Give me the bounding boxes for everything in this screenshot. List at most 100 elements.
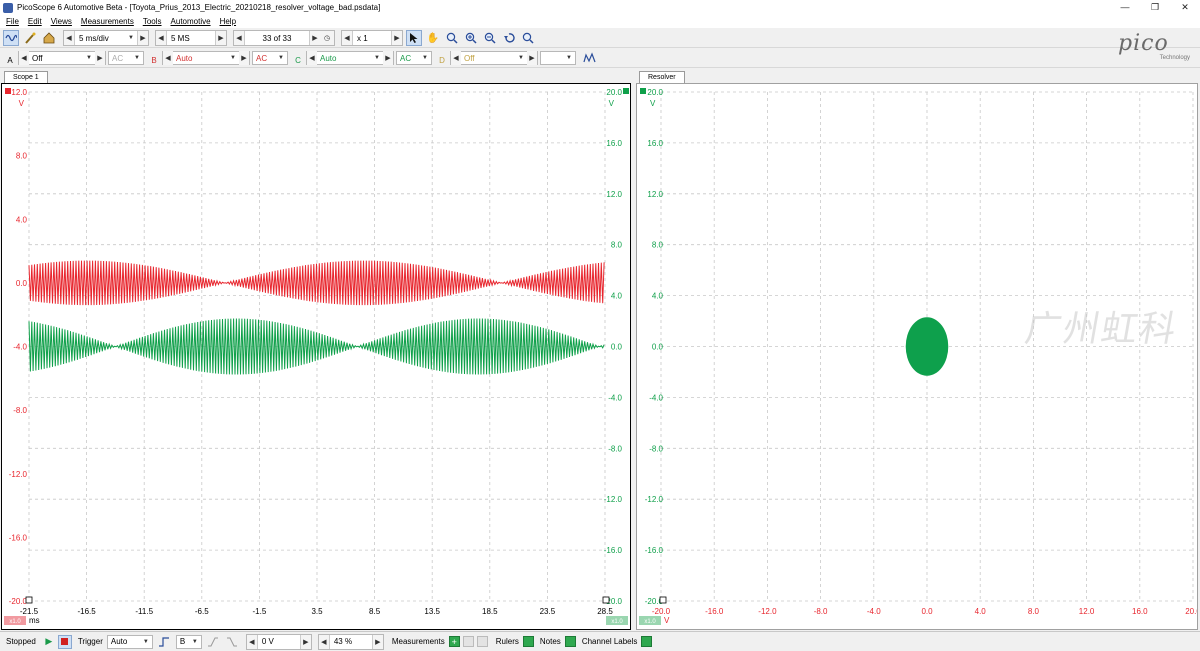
zoom-fit-icon[interactable] bbox=[520, 30, 536, 46]
channel-a-coupling[interactable]: AC ▼ bbox=[108, 51, 144, 65]
samples-select[interactable]: 5 MS bbox=[166, 31, 216, 45]
chevron-down-icon: ▼ bbox=[191, 638, 198, 645]
x-tick-label: -16.0 bbox=[705, 607, 724, 616]
edit-measurement-icon[interactable] bbox=[462, 636, 474, 647]
channel-d-coupling[interactable]: ▼ bbox=[540, 51, 576, 65]
trigger-mode-select[interactable]: Auto ▼ bbox=[106, 634, 153, 649]
pretrigger-control: ◀ 43 % ▶ bbox=[317, 633, 384, 650]
channel-b-next-button[interactable]: ▶ bbox=[239, 51, 249, 65]
trigger-edge-icon[interactable] bbox=[156, 634, 172, 650]
x-tick-label: 0.0 bbox=[921, 607, 933, 616]
channel-d-label[interactable]: D bbox=[436, 51, 448, 65]
tab-resolver[interactable]: Resolver bbox=[639, 71, 685, 83]
channel-b-label[interactable]: B bbox=[148, 51, 160, 65]
channel-d-range-value: Off bbox=[464, 53, 475, 63]
channel-labels-icon[interactable] bbox=[641, 636, 653, 647]
buffer-next-button[interactable]: ▶ bbox=[310, 31, 320, 45]
start-icon[interactable]: ▶ bbox=[42, 635, 56, 649]
buffer-overview-icon[interactable]: ◷ bbox=[320, 31, 334, 45]
buffer-position[interactable]: 33 of 33 bbox=[244, 31, 310, 45]
channel-a-label[interactable]: A bbox=[4, 51, 16, 65]
hand-icon[interactable]: ✋ bbox=[425, 30, 441, 46]
close-button[interactable]: ✕ bbox=[1170, 0, 1200, 15]
trigger-channel-value: B bbox=[179, 637, 186, 646]
pretrigger-field[interactable]: 43 % bbox=[328, 634, 373, 649]
trigger-channel-select[interactable]: B ▼ bbox=[175, 634, 202, 649]
timebase-select[interactable]: 5 ms/div ▼ bbox=[74, 31, 138, 45]
channel-c-label[interactable]: C bbox=[292, 51, 304, 65]
rising-edge-icon[interactable] bbox=[205, 634, 221, 650]
right-tick-label: -12.0 bbox=[604, 495, 623, 504]
channel-b-coupling[interactable]: AC ▼ bbox=[252, 51, 288, 65]
falling-edge-icon[interactable] bbox=[224, 634, 240, 650]
samples-increase-button[interactable]: ▶ bbox=[216, 31, 226, 45]
home-icon[interactable] bbox=[41, 30, 57, 46]
x-tick-label: 4.0 bbox=[975, 607, 987, 616]
x-tick-label: 16.0 bbox=[1132, 607, 1148, 616]
channel-a-coupling-value: AC bbox=[112, 53, 124, 63]
samples-decrease-button[interactable]: ◀ bbox=[156, 31, 166, 45]
rulers-icon[interactable] bbox=[522, 636, 534, 647]
buffer-prev-button[interactable]: ◀ bbox=[234, 31, 244, 45]
add-measurement-icon[interactable]: + bbox=[448, 636, 460, 647]
channel-c-next-button[interactable]: ▶ bbox=[383, 51, 393, 65]
zoom-in-icon[interactable] bbox=[444, 30, 460, 46]
menu-measurements[interactable]: Measurements bbox=[81, 17, 134, 26]
pretrigger-increase-button[interactable]: ▶ bbox=[372, 634, 383, 649]
undo-zoom-icon[interactable] bbox=[501, 30, 517, 46]
channel-c-range[interactable]: ◀ Auto ▼ ▶ bbox=[306, 51, 394, 65]
maximize-button[interactable]: ❐ bbox=[1140, 0, 1170, 15]
zoom-increase-button[interactable]: ▶ bbox=[392, 31, 402, 45]
channel-d-next-button[interactable]: ▶ bbox=[527, 51, 537, 65]
x-tick-label: -16.5 bbox=[77, 607, 96, 616]
math-channel-icon[interactable] bbox=[582, 50, 598, 66]
zoom-area-icon[interactable] bbox=[463, 30, 479, 46]
channel-toolbar: A ◀ Off ▼ ▶ AC ▼ B ◀ Auto ▼ ▶ AC ▼ C ◀ Auto ▼ ▶ AC ▼… bbox=[0, 49, 1200, 68]
channel-a-next-button[interactable]: ▶ bbox=[95, 51, 105, 65]
y-tick-label: 20.0 bbox=[647, 88, 663, 97]
trigger-level-increase-button[interactable]: ▶ bbox=[300, 634, 311, 649]
zoom-control: ◀ x 1 ▶ bbox=[341, 30, 403, 46]
channel-b-range[interactable]: ◀ Auto ▼ ▶ bbox=[162, 51, 250, 65]
channel-c-coupling[interactable]: AC ▼ bbox=[396, 51, 432, 65]
window-controls: — ❐ ✕ bbox=[1110, 0, 1200, 15]
scope-view[interactable]: -21.5 -16.5 -11.5 -6.5 -1.5 3.5 8.5 13.5 18.5 23.… bbox=[1, 83, 631, 630]
channel-b-prev-button[interactable]: ◀ bbox=[163, 51, 173, 65]
menu-views[interactable]: Views bbox=[51, 17, 72, 26]
resolver-view[interactable]: -20.0 -16.0 -12.0 -8.0 -4.0 0.0 4.0 8.0 12.0 16.0… bbox=[636, 83, 1200, 630]
menu-automotive[interactable]: Automotive bbox=[171, 17, 211, 26]
resolver-xy-chart[interactable]: -20.0 -16.0 -12.0 -8.0 -4.0 0.0 4.0 8.0 12.0 16.0… bbox=[637, 84, 1200, 629]
scope-mode-icon[interactable] bbox=[3, 30, 19, 46]
x-tick-label: 18.5 bbox=[482, 607, 498, 616]
timebase-increase-button[interactable]: ▶ bbox=[138, 31, 148, 45]
menu-tools[interactable]: Tools bbox=[143, 17, 162, 26]
zoom-decrease-button[interactable]: ◀ bbox=[342, 31, 352, 45]
minimize-button[interactable]: — bbox=[1110, 0, 1140, 15]
trigger-level-field[interactable]: 0 V bbox=[256, 634, 301, 649]
delete-measurement-icon[interactable] bbox=[476, 636, 488, 647]
notes-icon[interactable] bbox=[564, 636, 576, 647]
tab-scope-1[interactable]: Scope 1 bbox=[4, 71, 48, 83]
stop-button[interactable] bbox=[57, 634, 72, 649]
menu-help[interactable]: Help bbox=[220, 17, 236, 26]
menu-edit[interactable]: Edit bbox=[28, 17, 42, 26]
channel-d-range[interactable]: ◀ Off ▼ ▶ bbox=[450, 51, 538, 65]
probe-wand-icon[interactable] bbox=[22, 30, 38, 46]
channel-d-prev-button[interactable]: ◀ bbox=[451, 51, 461, 65]
channel-c-prev-button[interactable]: ◀ bbox=[307, 51, 317, 65]
timebase-value: 5 ms/div bbox=[79, 33, 109, 43]
pretrigger-decrease-button[interactable]: ◀ bbox=[318, 634, 329, 649]
menu-file[interactable]: File bbox=[6, 17, 19, 26]
channel-a-prev-button[interactable]: ◀ bbox=[19, 51, 29, 65]
ruler-handle-right bbox=[602, 596, 610, 604]
trigger-level-decrease-button[interactable]: ◀ bbox=[246, 634, 257, 649]
channel-labels-label: Channel Labels bbox=[581, 637, 638, 646]
timebase-decrease-button[interactable]: ◀ bbox=[64, 31, 74, 45]
right-unit-label: V bbox=[609, 99, 615, 108]
zoom-select[interactable]: x 1 bbox=[352, 31, 392, 45]
channel-a-range[interactable]: ◀ Off ▼ ▶ bbox=[18, 51, 106, 65]
chevron-down-icon: ▼ bbox=[566, 55, 572, 61]
pointer-icon[interactable] bbox=[406, 30, 422, 46]
zoom-out-icon[interactable] bbox=[482, 30, 498, 46]
scope-chart[interactable]: -21.5 -16.5 -11.5 -6.5 -1.5 3.5 8.5 13.5 18.5 23.… bbox=[2, 84, 630, 629]
